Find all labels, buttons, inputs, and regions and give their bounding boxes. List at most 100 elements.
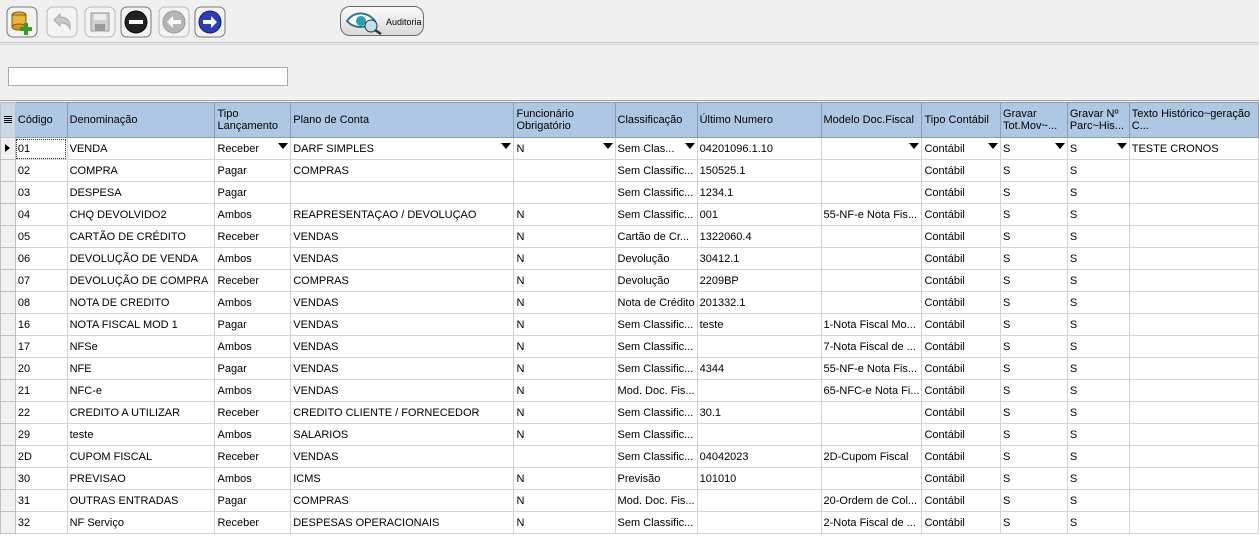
- table-row[interactable]: 29 teste Ambos SALARIOS N Sem Classific... Con…: [0, 423, 1259, 446]
- row-indicator[interactable]: [0, 313, 16, 336]
- cell-classificacao[interactable]: Sem Classific...: [614, 203, 698, 226]
- cell-denominacao[interactable]: NFC-e: [66, 379, 216, 402]
- cell-gravar-tot-mov[interactable]: S: [1000, 401, 1068, 424]
- cell-ultimo-numero[interactable]: [696, 489, 822, 512]
- cell-ultimo-numero[interactable]: 04201096.1.10: [696, 137, 822, 160]
- cell-codigo[interactable]: 20: [14, 357, 68, 380]
- row-indicator[interactable]: [0, 467, 16, 490]
- cell-tipo-contabil[interactable]: Contábil: [921, 445, 1002, 468]
- cell-plano-de-conta[interactable]: VENDAS: [290, 291, 515, 314]
- cell-gravar-tot-mov[interactable]: S: [1000, 511, 1068, 534]
- col-header-texto-historico[interactable]: Texto Histórico~geração C...: [1128, 102, 1259, 138]
- cell-plano-de-conta[interactable]: CREDITO CLIENTE / FORNECEDOR: [290, 401, 515, 424]
- cell-texto-historico[interactable]: [1128, 445, 1259, 468]
- cell-tipo-lancamento[interactable]: Receber: [214, 401, 292, 424]
- col-header-tipo-contabil[interactable]: Tipo Contábil: [921, 102, 1002, 138]
- cell-codigo[interactable]: 2D: [14, 445, 68, 468]
- cell-gravar-tot-mov[interactable]: S: [1000, 181, 1068, 204]
- cell-tipo-contabil[interactable]: Contábil: [921, 423, 1002, 446]
- cell-ultimo-numero[interactable]: 1322060.4: [696, 225, 822, 248]
- row-indicator[interactable]: [0, 489, 16, 512]
- cell-texto-historico[interactable]: [1128, 467, 1259, 490]
- cell-texto-historico[interactable]: TESTE CRONOS: [1128, 137, 1259, 160]
- cell-funcionario-obrigatorio[interactable]: N: [513, 225, 616, 248]
- cell-texto-historico[interactable]: [1128, 357, 1259, 380]
- cell-tipo-contabil[interactable]: Contábil: [921, 511, 1002, 534]
- cell-tipo-lancamento[interactable]: Receber: [214, 225, 292, 248]
- cell-gravar-parc-his[interactable]: S: [1066, 401, 1130, 424]
- cell-tipo-contabil[interactable]: Contábil: [921, 357, 1002, 380]
- cell-classificacao[interactable]: Mod. Doc. Fis...: [614, 489, 698, 512]
- cell-gravar-parc-his[interactable]: S: [1066, 159, 1130, 182]
- cell-tipo-contabil[interactable]: Contábil: [921, 401, 1002, 424]
- cell-texto-historico[interactable]: [1128, 181, 1259, 204]
- row-indicator[interactable]: [0, 511, 16, 534]
- cell-funcionario-obrigatorio[interactable]: N: [513, 379, 616, 402]
- cell-tipo-lancamento[interactable]: Pagar: [214, 313, 292, 336]
- cell-denominacao[interactable]: DESPESA: [66, 181, 216, 204]
- chevron-down-icon[interactable]: [602, 143, 613, 149]
- cell-modelo-doc-fiscal[interactable]: 65-NFC-e Nota Fi...: [820, 379, 923, 402]
- cell-codigo[interactable]: 07: [14, 269, 68, 292]
- cell-denominacao[interactable]: PREVISAO: [66, 467, 216, 490]
- col-header-tipo-lancamento[interactable]: Tipo Lançamento: [214, 102, 292, 138]
- chevron-down-icon[interactable]: [1054, 143, 1065, 149]
- cell-tipo-contabil[interactable]: Contábil: [921, 379, 1002, 402]
- cell-funcionario-obrigatorio[interactable]: N: [513, 401, 616, 424]
- cell-ultimo-numero[interactable]: teste: [696, 313, 822, 336]
- cell-gravar-tot-mov[interactable]: S: [1000, 335, 1068, 358]
- cell-ultimo-numero[interactable]: [696, 423, 822, 446]
- database-add-icon[interactable]: [6, 6, 38, 38]
- cell-ultimo-numero[interactable]: [696, 511, 822, 534]
- cell-tipo-lancamento[interactable]: Pagar: [214, 489, 292, 512]
- cell-codigo[interactable]: 08: [14, 291, 68, 314]
- cell-funcionario-obrigatorio[interactable]: N: [513, 423, 616, 446]
- cell-modelo-doc-fiscal[interactable]: [820, 401, 923, 424]
- cell-tipo-contabil[interactable]: Contábil: [921, 467, 1002, 490]
- cell-tipo-lancamento[interactable]: Receber: [214, 137, 292, 160]
- col-header-gravar-tot-mov[interactable]: Gravar Tot.Mov~...: [1000, 102, 1068, 138]
- chevron-down-icon[interactable]: [278, 143, 289, 149]
- cell-funcionario-obrigatorio[interactable]: N: [513, 489, 616, 512]
- cell-codigo[interactable]: 17: [14, 335, 68, 358]
- cell-tipo-contabil[interactable]: Contábil: [921, 313, 1002, 336]
- cell-plano-de-conta[interactable]: VENDAS: [290, 445, 515, 468]
- columns-menu-icon[interactable]: [0, 102, 16, 138]
- cell-modelo-doc-fiscal[interactable]: 55-NF-e Nota Fis...: [820, 203, 923, 226]
- col-header-codigo[interactable]: Código: [14, 102, 68, 138]
- cell-modelo-doc-fiscal[interactable]: [820, 291, 923, 314]
- cell-codigo[interactable]: 05: [14, 225, 68, 248]
- remove-icon[interactable]: [120, 6, 152, 38]
- cell-funcionario-obrigatorio[interactable]: [513, 445, 616, 468]
- cell-texto-historico[interactable]: [1128, 225, 1259, 248]
- cell-funcionario-obrigatorio[interactable]: N: [513, 335, 616, 358]
- cell-ultimo-numero[interactable]: [696, 335, 822, 358]
- row-indicator[interactable]: [0, 137, 16, 160]
- col-header-classificacao[interactable]: Classificação: [614, 102, 698, 138]
- table-row[interactable]: 05 CARTÃO DE CRÉDITO Receber VENDAS N Cartão …: [0, 225, 1259, 248]
- cell-texto-historico[interactable]: [1128, 423, 1259, 446]
- cell-denominacao[interactable]: DEVOLUÇÃO DE COMPRA: [66, 269, 216, 292]
- cell-plano-de-conta[interactable]: [290, 181, 515, 204]
- row-indicator[interactable]: [0, 291, 16, 314]
- cell-plano-de-conta[interactable]: VENDAS: [290, 379, 515, 402]
- row-indicator[interactable]: [0, 181, 16, 204]
- table-row[interactable]: 06 DEVOLUÇÃO DE VENDA Ambos VENDAS N Devoluçã…: [0, 247, 1259, 270]
- cell-texto-historico[interactable]: [1128, 291, 1259, 314]
- table-row[interactable]: 2D CUPOM FISCAL Receber VENDAS Sem Classific…: [0, 445, 1259, 468]
- cell-gravar-tot-mov[interactable]: S: [1000, 247, 1068, 270]
- cell-gravar-parc-his[interactable]: S: [1066, 313, 1130, 336]
- cell-tipo-lancamento[interactable]: Ambos: [214, 203, 292, 226]
- cell-funcionario-obrigatorio[interactable]: N: [513, 357, 616, 380]
- cell-denominacao[interactable]: teste: [66, 423, 216, 446]
- chevron-down-icon[interactable]: [501, 143, 512, 149]
- cell-codigo[interactable]: 29: [14, 423, 68, 446]
- cell-gravar-parc-his[interactable]: S: [1066, 335, 1130, 358]
- cell-denominacao[interactable]: DEVOLUÇÃO DE VENDA: [66, 247, 216, 270]
- cell-gravar-parc-his[interactable]: S: [1066, 247, 1130, 270]
- col-header-gravar-parc-his[interactable]: Gravar Nº Parc~His...: [1066, 102, 1130, 138]
- cell-gravar-tot-mov[interactable]: S: [1000, 423, 1068, 446]
- cell-plano-de-conta[interactable]: VENDAS: [290, 225, 515, 248]
- cell-plano-de-conta[interactable]: ICMS: [290, 467, 515, 490]
- cell-tipo-lancamento[interactable]: Receber: [214, 269, 292, 292]
